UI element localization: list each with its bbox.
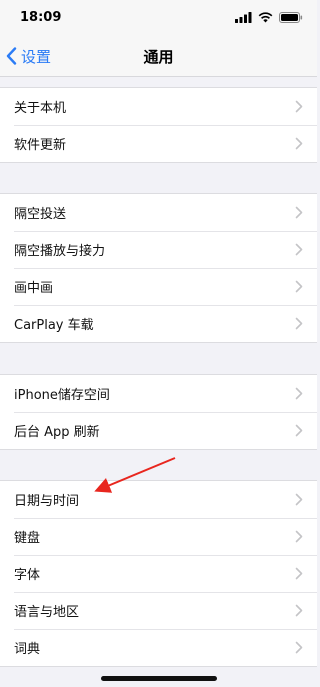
chevron-right-icon <box>295 567 303 580</box>
list-item-label: iPhone储存空间 <box>14 388 110 403</box>
chevron-right-icon <box>295 100 303 113</box>
settings-group-storage: iPhone储存空间 后台 App 刷新 <box>0 374 317 450</box>
chevron-right-icon <box>295 424 303 437</box>
list-item-picture-in-picture[interactable]: 画中画 <box>0 268 317 305</box>
list-item-fonts[interactable]: 字体 <box>0 555 317 592</box>
list-item-carplay[interactable]: CarPlay 车载 <box>0 305 317 342</box>
chevron-right-icon <box>295 137 303 150</box>
status-icons <box>235 11 303 23</box>
list-item-label: 后台 App 刷新 <box>14 425 100 440</box>
list-item-label: 隔空投送 <box>14 207 67 222</box>
list-item-label: 日期与时间 <box>14 494 80 509</box>
list-item-iphone-storage[interactable]: iPhone储存空间 <box>0 375 317 412</box>
list-item-airplay-handoff[interactable]: 隔空播放与接力 <box>0 231 317 268</box>
settings-group-about: 关于本机 软件更新 <box>0 87 317 163</box>
status-bar: 18:09 <box>0 0 317 36</box>
page-title: 通用 <box>143 48 174 66</box>
wifi-icon <box>258 11 273 22</box>
list-item-label: CarPlay 车载 <box>14 318 94 333</box>
chevron-right-icon <box>295 387 303 400</box>
chevron-right-icon <box>295 604 303 617</box>
list-item-background-app-refresh[interactable]: 后台 App 刷新 <box>0 412 317 449</box>
settings-group-airdrop: 隔空投送 隔空播放与接力 画中画 CarPlay 车载 <box>0 193 317 343</box>
list-item-label: 隔空播放与接力 <box>14 244 106 259</box>
settings-group-datetime: 日期与时间 键盘 字体 语言与地区 词典 <box>0 480 317 667</box>
list-item-label: 关于本机 <box>14 101 67 116</box>
list-item-about[interactable]: 关于本机 <box>0 88 317 125</box>
list-item-label: 词典 <box>14 642 41 657</box>
signal-icon <box>235 11 252 23</box>
status-time: 18:09 <box>20 10 62 25</box>
home-indicator[interactable] <box>101 676 217 681</box>
list-item-language-region[interactable]: 语言与地区 <box>0 592 317 629</box>
list-item-label: 画中画 <box>14 281 54 296</box>
chevron-right-icon <box>295 493 303 506</box>
chevron-right-icon <box>295 206 303 219</box>
list-item-label: 软件更新 <box>14 138 67 153</box>
chevron-right-icon <box>295 530 303 543</box>
battery-icon <box>279 11 303 23</box>
list-item-label: 字体 <box>14 568 41 583</box>
chevron-right-icon <box>295 641 303 654</box>
list-item-dictionary[interactable]: 词典 <box>0 629 317 666</box>
chevron-right-icon <box>295 243 303 256</box>
list-item-label: 键盘 <box>14 531 41 546</box>
chevron-right-icon <box>295 317 303 330</box>
list-item-label: 语言与地区 <box>14 605 80 620</box>
list-item-software-update[interactable]: 软件更新 <box>0 125 317 162</box>
list-item-airdrop[interactable]: 隔空投送 <box>0 194 317 231</box>
list-item-keyboard[interactable]: 键盘 <box>0 518 317 555</box>
chevron-right-icon <box>295 280 303 293</box>
nav-bar: 设置 通用 <box>0 36 317 77</box>
list-item-date-time[interactable]: 日期与时间 <box>0 481 317 518</box>
